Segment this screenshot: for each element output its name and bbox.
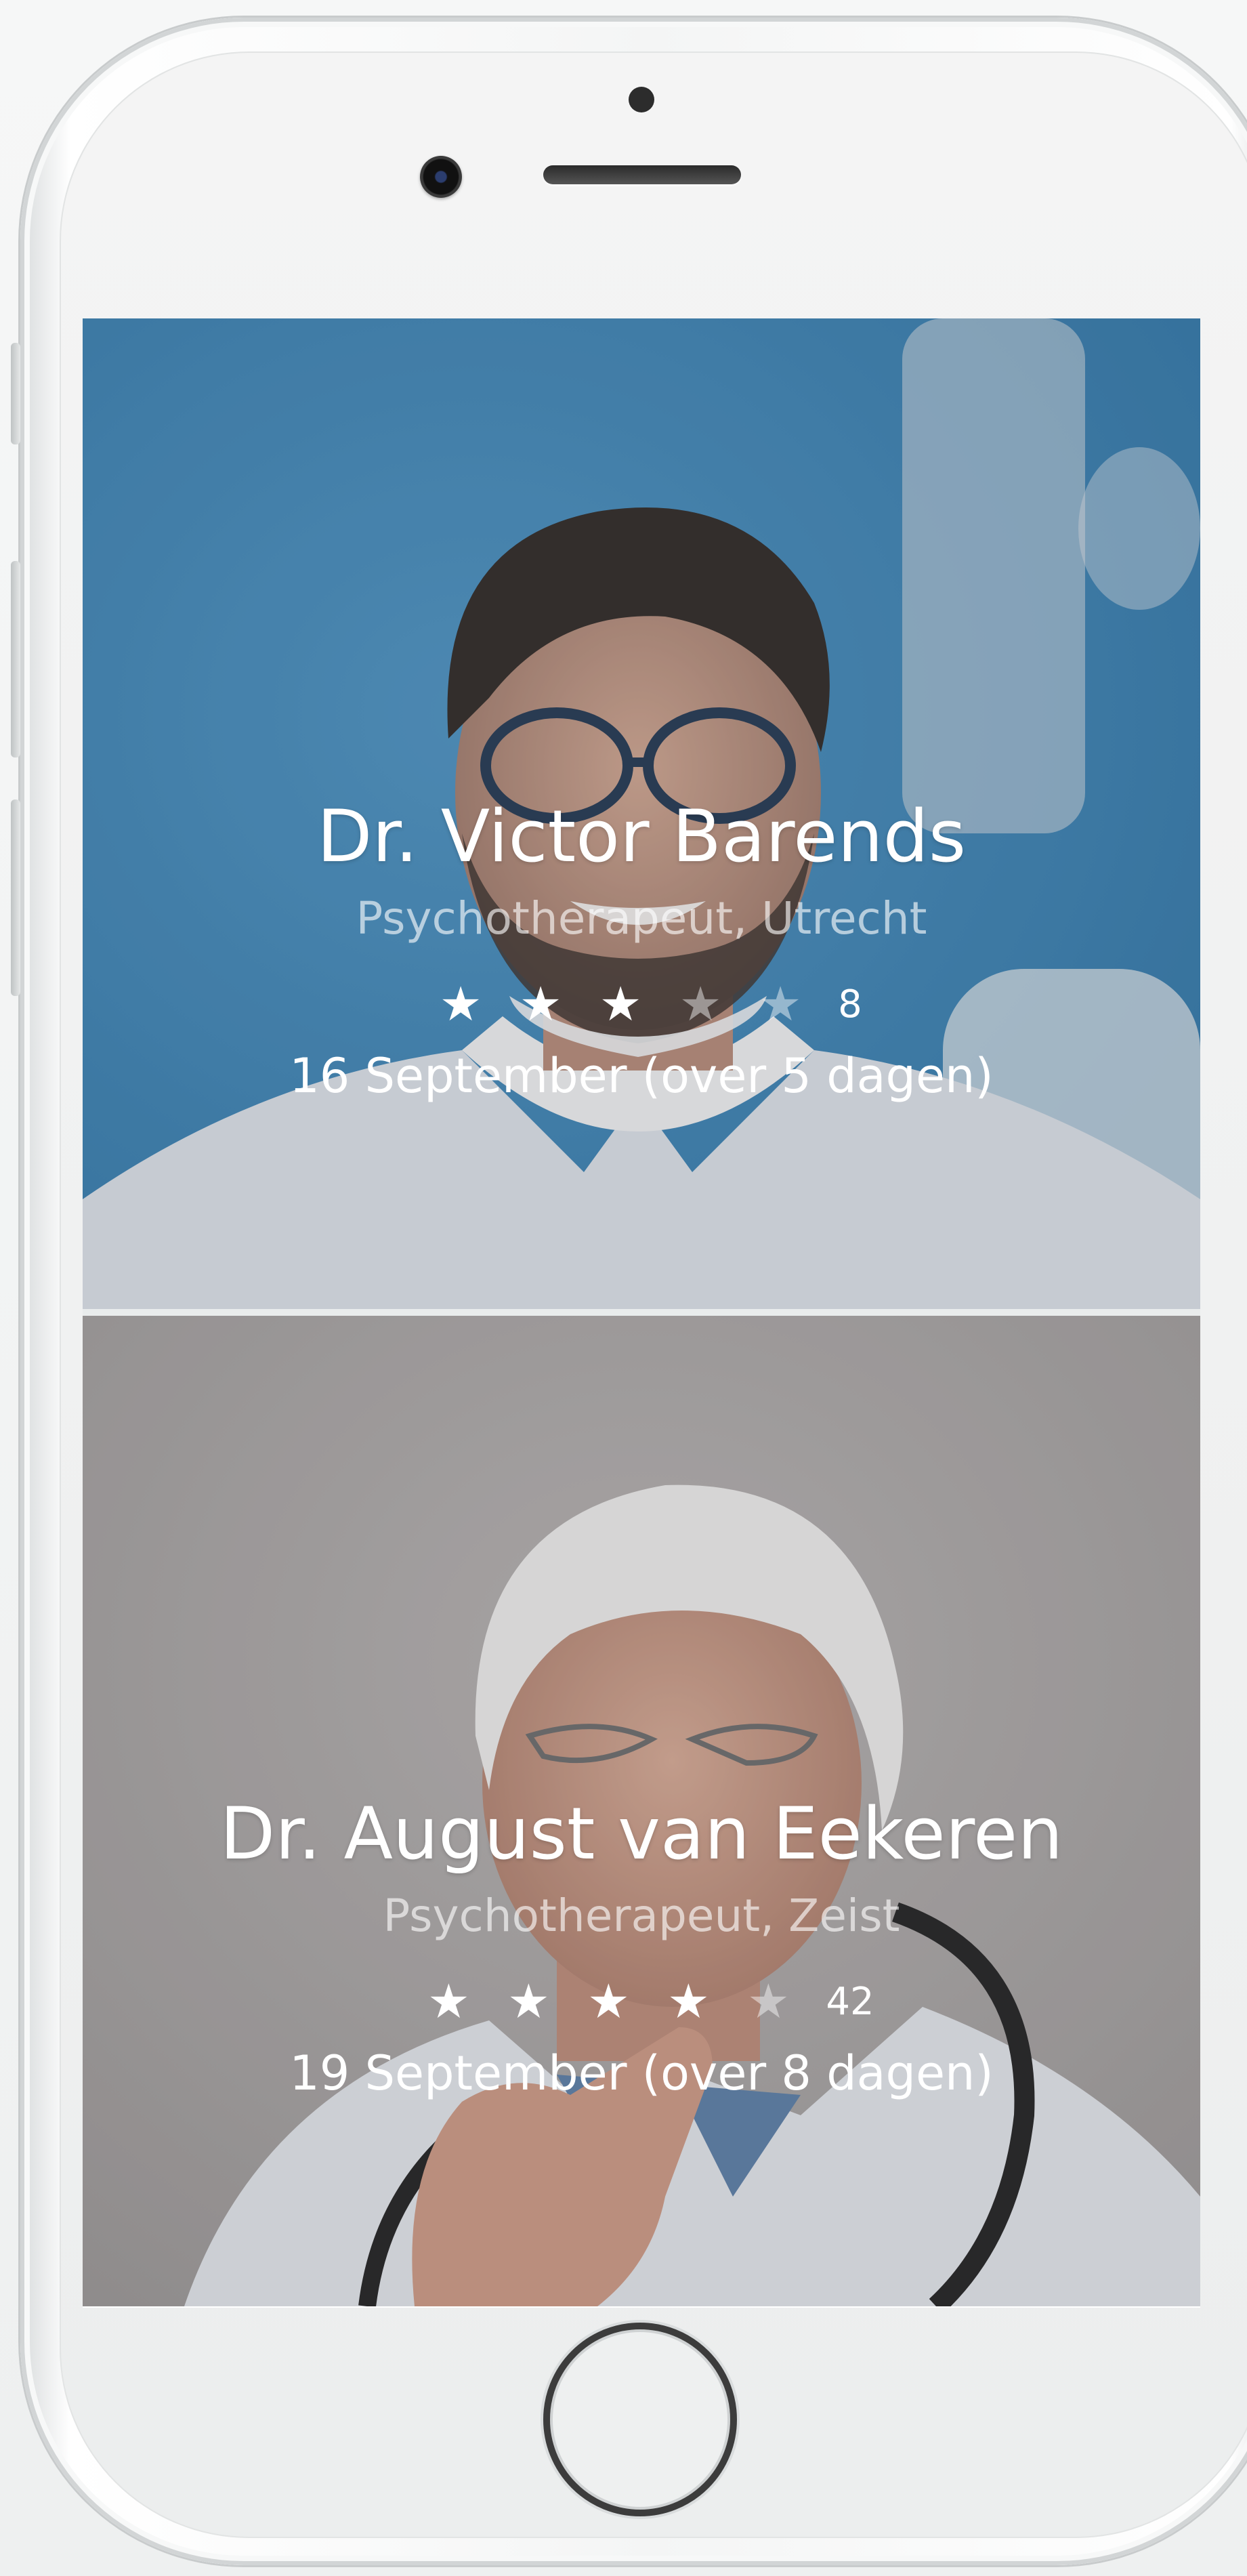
doctor-name: Dr. Victor Barends <box>316 795 967 878</box>
volume-down-button <box>11 799 20 996</box>
review-count: 42 <box>826 1979 874 2024</box>
star-icon: ★ <box>679 976 722 1032</box>
doctor-card-august-van-eekeren[interactable]: Dr. August van Eekeren Psychotherapeut, … <box>83 1316 1200 2306</box>
doctor-card-victor-barends[interactable]: Dr. Victor Barends Psychotherapeut, Utre… <box>83 318 1200 1309</box>
doctor-specialty-location: Psychotherapeut, Utrecht <box>356 892 927 944</box>
star-icon: ★ <box>667 1974 710 2029</box>
doctor-specialty-location: Psychotherapeut, Zeist <box>383 1890 900 1942</box>
star-icon: ★ <box>587 1974 630 2029</box>
star-rating: ★ ★ ★ ★ ★ 8 <box>421 970 862 1038</box>
review-count: 8 <box>838 982 862 1026</box>
star-icon: ★ <box>507 1974 550 2029</box>
proximity-sensor <box>629 87 654 112</box>
app-screen: Dr. Victor Barends Psychotherapeut, Utre… <box>83 318 1200 2308</box>
doctor-info: Dr. Victor Barends Psychotherapeut, Utre… <box>83 793 1200 1110</box>
star-icon: ★ <box>439 976 482 1032</box>
star-icon: ★ <box>599 976 642 1032</box>
star-icon: ★ <box>427 1974 470 2029</box>
card-divider <box>83 1309 1200 1316</box>
front-camera <box>420 156 462 198</box>
silent-switch <box>11 343 20 444</box>
earpiece-speaker <box>543 165 741 184</box>
doctor-info: Dr. August van Eekeren Psychotherapeut, … <box>83 1790 1200 2107</box>
home-button[interactable] <box>543 2323 737 2516</box>
next-available-date: 19 September (over 8 dagen) <box>289 2045 994 2101</box>
next-available-date: 16 September (over 5 dagen) <box>289 1048 994 1104</box>
device-mockup: Dr. Victor Barends Psychotherapeut, Utre… <box>0 0 1247 2576</box>
star-icon: ★ <box>759 976 802 1032</box>
doctor-name: Dr. August van Eekeren <box>219 1792 1063 1875</box>
star-icon: ★ <box>746 1974 790 2029</box>
star-icon: ★ <box>519 976 562 1032</box>
star-rating: ★ ★ ★ ★ ★ 42 <box>408 1968 874 2035</box>
volume-up-button <box>11 561 20 757</box>
